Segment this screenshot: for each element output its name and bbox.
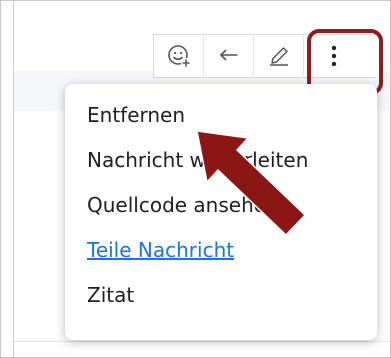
add-reaction-button[interactable] bbox=[154, 34, 204, 78]
menu-item-quote[interactable]: Zitat bbox=[65, 272, 377, 317]
reply-button[interactable] bbox=[204, 34, 254, 78]
edit-icon bbox=[269, 47, 288, 66]
reply-icon bbox=[219, 49, 238, 61]
edit-button[interactable] bbox=[254, 34, 304, 78]
menu-item-forward[interactable]: Nachricht weiterleiten bbox=[65, 137, 377, 182]
emoji-reaction-icon bbox=[167, 45, 191, 68]
message-area: Entfernen Nachricht weiterleiten Quellco… bbox=[0, 0, 391, 358]
menu-item-view-source[interactable]: Quellcode ansehen bbox=[65, 182, 377, 227]
message-context-menu: Entfernen Nachricht weiterleiten Quellco… bbox=[65, 84, 377, 340]
menu-item-remove[interactable]: Entfernen bbox=[65, 92, 377, 137]
menu-item-share[interactable]: Teile Nachricht bbox=[65, 227, 377, 272]
content-left-border bbox=[13, 1, 14, 357]
divider bbox=[14, 341, 390, 342]
